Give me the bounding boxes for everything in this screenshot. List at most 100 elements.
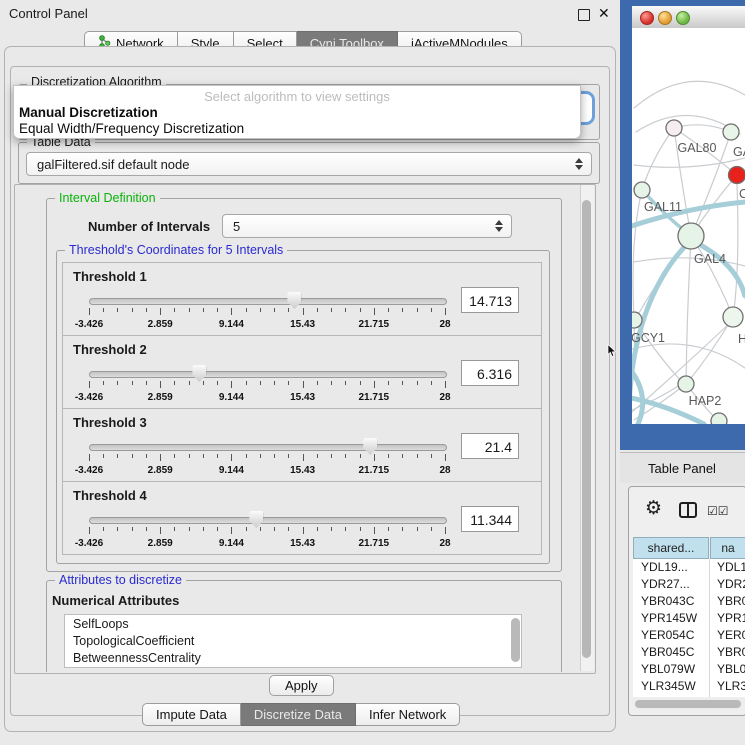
network-node-gal11[interactable] [634, 182, 650, 198]
slider-thumb[interactable] [287, 292, 301, 309]
slider-track[interactable] [89, 298, 447, 305]
slider-tick [303, 381, 304, 388]
table-data-combobox[interactable]: galFiltered.sif default node [26, 152, 592, 176]
cell-name: YBL0 [717, 661, 745, 678]
slider[interactable]: -3.4262.8599.14415.4321.71528 [89, 508, 445, 552]
network-node[interactable] [723, 124, 739, 140]
slider-tick [374, 454, 375, 461]
slider-tick [189, 308, 190, 312]
network-node-label: H [738, 332, 745, 346]
attribute-item[interactable]: TopologicalCoefficient [73, 634, 194, 648]
threshold-label: Threshold 3 [73, 415, 147, 430]
slider-axis-label: 21.715 [359, 392, 390, 403]
column-header-name[interactable]: na [710, 537, 745, 559]
slider-tick [189, 381, 190, 385]
zoom-traffic-light[interactable] [676, 11, 690, 25]
slider-tick [231, 381, 232, 388]
threshold-value-field[interactable]: 14.713 [461, 287, 519, 313]
slider-tick [303, 308, 304, 315]
table-panel-box: ⚙ ☑☑ shared... na YDL19...YDL1YDR27...YD… [628, 486, 745, 716]
tab-impute-data[interactable]: Impute Data [142, 703, 241, 726]
table-row[interactable]: YER054CYER0 [633, 627, 745, 644]
slider-tick [303, 527, 304, 534]
slider[interactable]: -3.4262.8599.14415.4321.71528 [89, 362, 445, 406]
threshold-value-field[interactable]: 6.316 [461, 360, 519, 386]
slider-thumb[interactable] [249, 511, 263, 528]
network-edge [691, 236, 733, 317]
network-node-gcy1[interactable] [632, 312, 642, 328]
slider[interactable]: -3.4262.8599.14415.4321.71528 [89, 435, 445, 479]
vertical-scrollbar-thumb[interactable] [582, 200, 591, 658]
network-node-hap2[interactable] [678, 376, 694, 392]
table-row[interactable]: YBR043CYBR0 [633, 593, 745, 610]
table-row[interactable]: YBR045CYBR0 [633, 644, 745, 661]
slider-tick [317, 381, 318, 385]
slider-thumb[interactable] [192, 365, 206, 382]
tab-discretize-data[interactable]: Discretize Data [241, 703, 356, 726]
slider-tick [160, 308, 161, 315]
stepper-arrows-icon [495, 220, 503, 232]
table-row[interactable]: YDL19...YDL1 [633, 559, 745, 576]
tab-discretize-data-label: Discretize Data [254, 707, 342, 722]
network-node[interactable] [711, 413, 727, 424]
threshold-value-field[interactable]: 21.4 [461, 433, 519, 459]
cell-name: YDL1 [717, 559, 745, 576]
column-header-shared[interactable]: shared... [633, 537, 709, 559]
network-node-gal80[interactable] [666, 120, 682, 136]
slider-track[interactable] [89, 517, 447, 524]
table-row[interactable]: YIL052CYIL0 [633, 695, 745, 697]
slider-tick [260, 454, 261, 458]
slider-axis-label: 28 [439, 465, 450, 476]
slider-tick [132, 381, 133, 385]
table-row[interactable]: YPR145WYPR1 [633, 610, 745, 627]
tab-infer-network[interactable]: Infer Network [356, 703, 460, 726]
minimize-traffic-light[interactable] [658, 11, 672, 25]
slider-track[interactable] [89, 444, 447, 451]
threshold-value-field[interactable]: 11.344 [461, 506, 519, 532]
checkboxes-icon[interactable]: ☑☑ [707, 504, 729, 518]
attribute-item[interactable]: SelfLoops [73, 617, 129, 631]
split-columns-icon[interactable] [679, 502, 697, 523]
attributes-list[interactable]: SelfLoops TopologicalCoefficient Betweenne… [64, 614, 522, 668]
network-window-titlebar[interactable] [632, 6, 745, 29]
slider-track[interactable] [89, 371, 447, 378]
slider-tick [445, 527, 446, 534]
network-node-gal4[interactable] [678, 223, 704, 249]
attribute-item[interactable]: BetweennessCentrality [73, 651, 201, 665]
table-row[interactable]: YLR345WYLR3 [633, 678, 745, 695]
cell-shared-name: YBR045C [641, 644, 711, 661]
horizontal-scrollbar[interactable] [633, 698, 745, 710]
slider-tick [331, 454, 332, 458]
slider[interactable]: -3.4262.8599.14415.4321.71528 [89, 289, 445, 333]
network-graph: GAL80GAGAL11CGAL4GCY1HHAP2 [632, 28, 745, 424]
attributes-list-scrollbar-thumb[interactable] [511, 618, 520, 662]
algorithm-option-manual[interactable]: Manual Discretization [19, 105, 158, 120]
slider-tick [260, 381, 261, 385]
horizontal-scrollbar-thumb[interactable] [635, 700, 741, 708]
apply-button[interactable]: Apply [269, 675, 334, 696]
network-node[interactable] [723, 307, 743, 327]
table-row[interactable]: YDR27...YDR2 [633, 576, 745, 593]
network-canvas[interactable]: GAL80GAGAL11CGAL4GCY1HHAP2 [632, 28, 745, 424]
slider-tick [174, 381, 175, 385]
slider-tick [246, 381, 247, 385]
slider-tick [117, 454, 118, 458]
float-window-icon[interactable] [578, 9, 590, 21]
slider-tick [374, 381, 375, 388]
slider-tick [146, 527, 147, 531]
close-icon[interactable]: ✕ [598, 5, 610, 22]
slider-tick [317, 454, 318, 458]
tab-impute-data-label: Impute Data [156, 707, 227, 722]
network-edge [634, 81, 745, 108]
slider-tick [417, 527, 418, 531]
slider-thumb[interactable] [363, 438, 377, 455]
slider-axis-label: 15.43 [290, 538, 315, 549]
algorithm-option-equal-width[interactable]: Equal Width/Frequency Discretization [19, 121, 244, 136]
close-traffic-light[interactable] [640, 11, 654, 25]
algorithm-hint-option[interactable]: Select algorithm to view settings [14, 89, 580, 104]
number-of-intervals-combobox[interactable]: 5 [222, 214, 512, 238]
table-row[interactable]: YBL079WYBL0 [633, 661, 745, 678]
table-rows: YDL19...YDL1YDR27...YDR2YBR043CYBR0YPR14… [633, 559, 745, 697]
network-node[interactable] [729, 167, 745, 184]
gear-icon[interactable]: ⚙ [645, 499, 662, 518]
